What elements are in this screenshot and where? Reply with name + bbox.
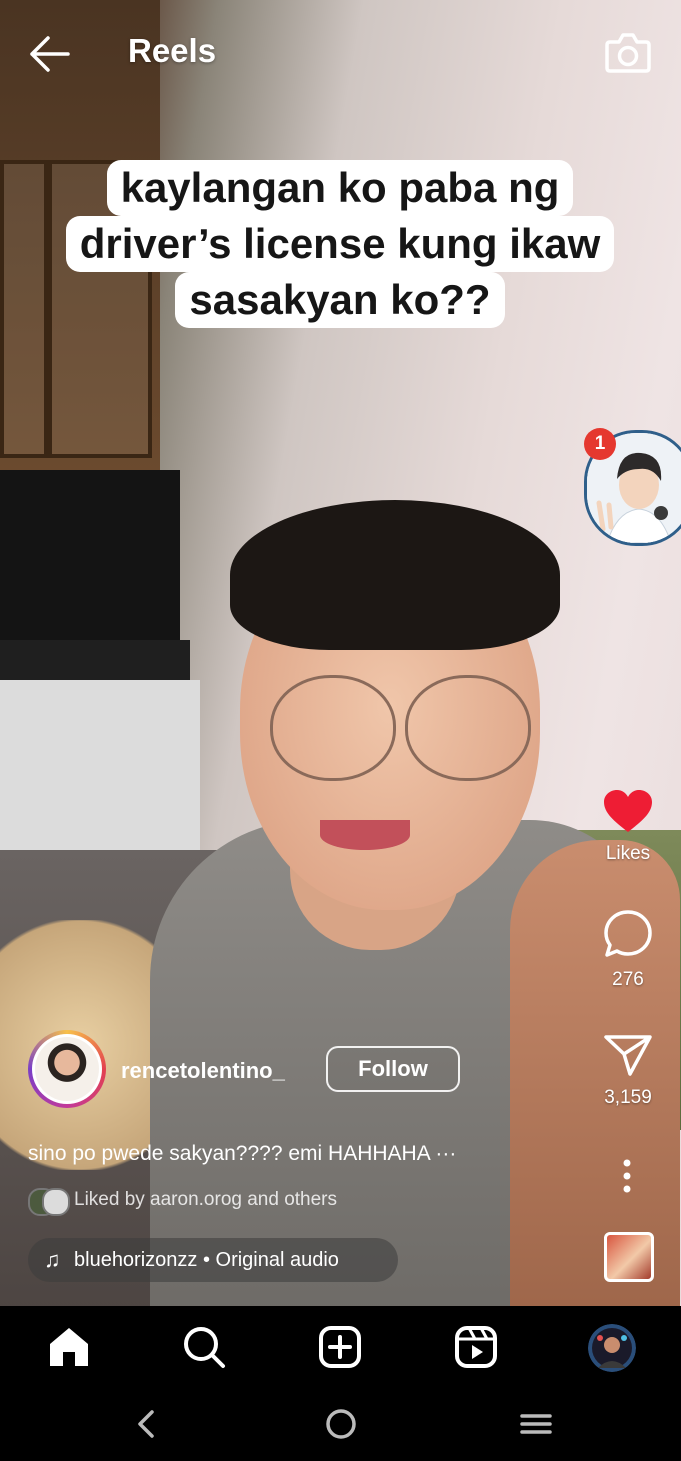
reels-icon[interactable] [453,1324,499,1370]
audio-thumbnail[interactable] [604,1232,654,1282]
comments-count: 276 [612,969,644,990]
like-button[interactable]: Likes [596,788,660,865]
liked-by-text: Liked by aaron.orog and others [74,1189,338,1211]
follow-button[interactable]: Follow [326,1046,460,1092]
bottom-navigation [0,1306,681,1386]
system-home-icon[interactable] [321,1406,361,1442]
audio-label: bluehorizonzz • Original audio [74,1249,339,1271]
heart-icon [602,790,654,838]
profile-avatar[interactable] [588,1324,636,1372]
post-description[interactable]: sino po pwede sakyan???? emi HAHHAHA ··· [28,1142,456,1166]
system-navigation [0,1386,681,1461]
home-icon[interactable] [46,1324,92,1370]
likes-label: Likes [605,843,651,864]
search-icon[interactable] [181,1324,227,1370]
share-button[interactable]: 3,159 [596,1032,660,1109]
system-recents-icon[interactable] [516,1406,556,1442]
video-subject [120,500,680,1306]
video-caption: kaylangan ko paba ng driver’s license ku… [30,160,650,328]
more-vertical-icon[interactable] [612,1156,642,1196]
notification-badge: 1 [584,428,616,460]
avatar[interactable] [28,1030,106,1108]
create-plus-icon[interactable] [317,1324,363,1370]
top-bar: Reels [0,0,681,110]
back-arrow-icon[interactable] [28,34,72,74]
camera-icon[interactable] [604,30,652,74]
username[interactable]: rencetolentino_ [121,1058,285,1084]
page-title: Reels [128,32,217,69]
comment-bubble-icon [602,910,654,964]
liked-by-avatars [28,1188,70,1216]
audio-attribution[interactable]: ♫ bluehorizonzz • Original audio [28,1238,398,1282]
send-icon [602,1035,654,1082]
caption-line: sasakyan ko?? [175,272,505,328]
liked-by[interactable]: Liked by aaron.orog and others [28,1188,338,1216]
music-note-icon: ♫ [44,1247,61,1272]
comment-button[interactable]: 276 [596,908,660,991]
caption-line: driver’s license kung ikaw [65,216,615,272]
system-back-icon[interactable] [128,1406,168,1442]
shares-count: 3,159 [604,1087,652,1108]
post-author: rencetolentino_ Follow [28,1028,588,1110]
caption-line: kaylangan ko paba ng [106,160,574,216]
